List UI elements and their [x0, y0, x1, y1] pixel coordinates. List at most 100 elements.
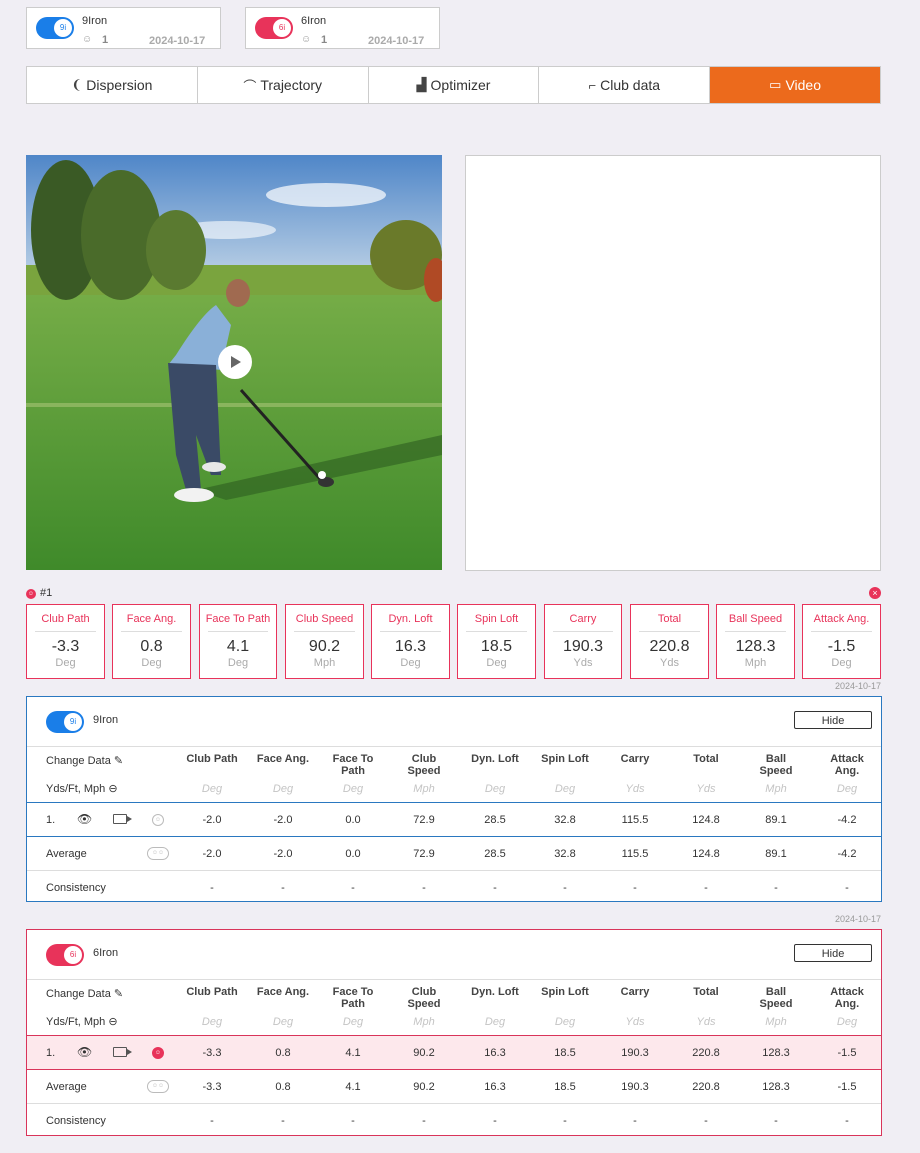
cell: 0.8 [275, 1047, 291, 1059]
metric-carry: Carry 190.3 Yds [544, 604, 622, 679]
club-toggle[interactable]: 6i [46, 944, 84, 966]
video-camera-icon[interactable] [113, 1047, 132, 1057]
eye-icon[interactable]: 👁 [77, 812, 92, 826]
club-toggle[interactable]: 9i [46, 711, 84, 733]
col-carry[interactable]: Carry [600, 753, 670, 765]
table-row-shot[interactable]: 1. 👁 ☺ -2.0 -2.0 0.0 72.9 28.5 32.8 115.… [27, 802, 881, 837]
col-spin-loft[interactable]: Spin Loft [530, 753, 600, 765]
tab-video[interactable]: ▭ Video [710, 67, 880, 103]
hide-button[interactable]: Hide [794, 711, 872, 729]
cell: 72.9 [413, 848, 435, 860]
col-spin-loft[interactable]: Spin Loft [530, 986, 600, 998]
smiley-icon: ☺ [82, 34, 93, 45]
metric-unit: Deg [55, 657, 76, 669]
shot-label: #1 [40, 587, 53, 599]
club-table-6iron: 6i 6Iron Hide Change Data ✎ Yds/Ft, Mph … [26, 929, 882, 1136]
col-face-angle[interactable]: Face Ang. [248, 986, 318, 998]
change-data-button[interactable]: Change Data ✎ [46, 987, 123, 1000]
col-club-path[interactable]: Club Path [177, 753, 247, 765]
club-toggle[interactable]: 6i [255, 17, 293, 39]
cell: -1.5 [837, 1081, 857, 1093]
metric-value: 90.2 [308, 638, 341, 655]
club-toggle[interactable]: 9i [36, 17, 74, 39]
cell: 0.0 [345, 848, 361, 860]
col-club-path[interactable]: Club Path [177, 986, 247, 998]
col-ball-speed[interactable]: Ball Speed [741, 753, 811, 777]
shot-smiley-icon: ☺ [26, 589, 36, 599]
cell: 0.0 [345, 814, 361, 826]
tab-trajectory[interactable]: ⌒ Trajectory [198, 67, 369, 103]
club-badge: 6i [273, 19, 291, 37]
units-label: Yds/Ft, Mph [46, 1016, 106, 1028]
cell: -4.2 [837, 814, 857, 826]
metric-label: Spin Loft [474, 613, 519, 625]
col-unit: Deg [272, 783, 294, 795]
col-carry[interactable]: Carry [600, 986, 670, 998]
shot-count: 1 [321, 34, 328, 46]
col-dyn-loft[interactable]: Dyn. Loft [460, 753, 530, 765]
cell: 89.1 [765, 848, 787, 860]
tab-club-data[interactable]: ⌐ Club data [539, 67, 711, 103]
footprint-icon: ❨ [71, 77, 83, 92]
tab-optimizer[interactable]: ▟ Optimizer [369, 67, 540, 103]
col-unit: Deg [272, 1016, 294, 1028]
hide-button[interactable]: Hide [794, 944, 872, 962]
cell: -3.3 [202, 1081, 222, 1093]
units-selector[interactable]: Yds/Ft, Mph ⊖ [46, 782, 118, 795]
club-card-9iron[interactable]: 9i 9Iron ☺ 1 2024-10-17 [26, 7, 221, 49]
cell: 124.8 [692, 814, 720, 826]
table-row-average: Average ☺☺ -3.3 0.8 4.1 90.2 16.3 18.5 1… [27, 1070, 881, 1103]
col-dyn-loft[interactable]: Dyn. Loft [460, 986, 530, 998]
table-row-shot[interactable]: 1. 👁 ☺ -3.3 0.8 4.1 90.2 16.3 18.5 190.3… [27, 1035, 881, 1070]
col-unit: Yds [696, 783, 716, 795]
cell: - [845, 1115, 849, 1127]
eye-icon[interactable]: 👁 [77, 1045, 92, 1059]
change-data-button[interactable]: Change Data ✎ [46, 754, 123, 767]
col-attack-angle[interactable]: Attack Ang. [812, 986, 882, 1010]
metric-attack-angle: Attack Ang. -1.5 Deg [802, 604, 881, 679]
bar-chart-icon: ▟ [416, 77, 427, 92]
row-label: 1. [46, 1047, 56, 1059]
tab-label: Optimizer [430, 77, 491, 93]
col-total[interactable]: Total [671, 753, 741, 765]
metric-unit: Deg [831, 657, 852, 669]
cell: 28.5 [484, 814, 506, 826]
metric-label: Ball Speed [728, 613, 783, 625]
close-icon[interactable]: × [869, 587, 881, 599]
units-selector[interactable]: Yds/Ft, Mph ⊖ [46, 1015, 118, 1028]
tab-dispersion[interactable]: ❨ Dispersion [27, 67, 198, 103]
cloud-smiley-icon: ☺☺ [147, 847, 169, 860]
play-button[interactable] [218, 345, 252, 379]
metric-unit: Mph [313, 657, 336, 669]
cell: 90.2 [413, 1081, 435, 1093]
col-face-angle[interactable]: Face Ang. [248, 753, 318, 765]
col-face-to-path[interactable]: Face To Path [318, 753, 388, 777]
cell: -3.3 [202, 1047, 222, 1059]
col-club-speed[interactable]: Club Speed [389, 986, 459, 1010]
col-unit: Deg [836, 783, 858, 795]
col-total[interactable]: Total [671, 986, 741, 998]
cell: 115.5 [621, 848, 649, 860]
metric-value: 128.3 [735, 638, 776, 655]
metric-value: 18.5 [480, 638, 513, 655]
tab-label: Trajectory [260, 77, 323, 93]
cell: 18.5 [554, 1081, 576, 1093]
shot-count: 1 [102, 34, 109, 46]
col-club-speed[interactable]: Club Speed [389, 753, 459, 777]
cell: 0.8 [275, 1081, 291, 1093]
club-card-6iron[interactable]: 6i 6Iron ☺ 1 2024-10-17 [245, 7, 440, 49]
cell: 190.3 [621, 1081, 649, 1093]
video-camera-icon[interactable] [113, 814, 132, 824]
col-unit: Deg [554, 783, 576, 795]
metric-face-to-path: Face To Path 4.1 Deg [199, 604, 277, 679]
cell: - [563, 1115, 567, 1127]
col-attack-angle[interactable]: Attack Ang. [812, 753, 882, 777]
col-face-to-path[interactable]: Face To Path [318, 986, 388, 1010]
cell: 32.8 [554, 848, 576, 860]
cell: 128.3 [762, 1047, 790, 1059]
cell: 190.3 [621, 1047, 649, 1059]
cell: 4.1 [345, 1081, 361, 1093]
cell: 16.3 [484, 1081, 506, 1093]
metric-unit: Deg [486, 657, 507, 669]
col-ball-speed[interactable]: Ball Speed [741, 986, 811, 1010]
